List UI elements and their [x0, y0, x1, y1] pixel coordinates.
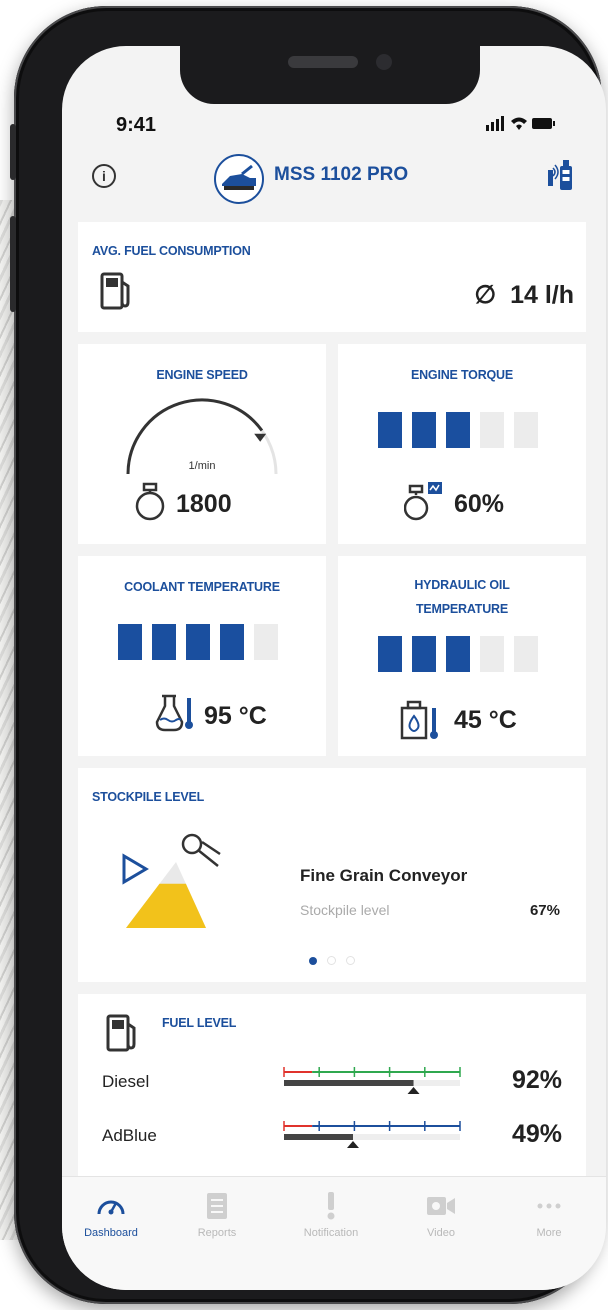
coolant-temperature-card[interactable]: COOLANT TEMPERATURE 95 °C [78, 556, 326, 756]
engine-torque-segment [480, 412, 504, 448]
app-screen: 9:41 i MSS 1102 PRO AVG. FUEL CONSUMPTIO… [62, 46, 606, 1290]
stockpile-level-card[interactable]: STOCKPILE LEVEL Fine Grain Conveyor Stoc… [78, 768, 586, 982]
nav-video-label: Video [427, 1227, 455, 1239]
fuel-level-label: FUEL LEVEL [162, 1016, 237, 1030]
video-camera-icon [396, 1191, 486, 1221]
nav-dashboard-label: Dashboard [84, 1227, 138, 1239]
engine-speed-value: 1800 [176, 490, 232, 518]
hydraulic-oil-temperature-card[interactable]: HYDRAULIC OIL TEMPERATURE 45 °C [338, 556, 586, 756]
page-dot[interactable] [346, 956, 355, 965]
diesel-value: 92% [511, 1066, 562, 1094]
nav-reports[interactable]: Reports [172, 1191, 262, 1239]
engine-torque-segment [446, 412, 470, 448]
hydraulic-oil-temperature-value: 45 °C [454, 706, 517, 734]
fuel-row-adblue: AdBlue 49% [78, 1114, 586, 1164]
info-icon[interactable]: i [92, 164, 116, 188]
fuel-consumption-card[interactable]: AVG. FUEL CONSUMPTION ∅ 14 l/h [78, 222, 586, 332]
adblue-value: 49% [511, 1120, 562, 1148]
stockpile-pyramid-icon [122, 833, 221, 928]
nav-video[interactable]: Video [396, 1191, 486, 1239]
stockpile-value: 67% [529, 902, 560, 919]
speedometer-icon [66, 1191, 156, 1221]
exclamation-icon [286, 1191, 376, 1221]
coolant-thermometer-icon [154, 692, 196, 739]
more-dots-icon [504, 1191, 594, 1221]
remote-control-icon[interactable] [546, 158, 576, 192]
machine-avatar-icon [214, 154, 264, 204]
engine-speed-card[interactable]: ENGINE SPEED 1/min 1800 [78, 344, 326, 544]
engine-torque-value: 60% [454, 490, 505, 518]
engine-torque-label: ENGINE TORQUE [410, 368, 514, 382]
engine-torque-bar [378, 412, 548, 448]
fuel-consumption-value: ∅ 14 l/h [474, 281, 574, 309]
engine-speed-label: ENGINE SPEED [156, 368, 248, 382]
signal-wifi-battery-icon [486, 116, 555, 131]
hydraulic-oil-icon [400, 700, 444, 747]
speaker-grille [288, 56, 358, 68]
page-dot[interactable] [327, 956, 336, 965]
status-icons [486, 114, 556, 137]
stockpile-sub-label: Stockpile level [300, 902, 390, 918]
page-dot[interactable] [309, 957, 317, 965]
phone-volume-button [10, 216, 16, 312]
engine-torque-segment [412, 412, 436, 448]
fuel-level-pump-icon [106, 1014, 142, 1059]
hydraulic-oil-label-line2: TEMPERATURE [415, 602, 508, 616]
machine-title[interactable]: MSS 1102 PRO [274, 164, 408, 186]
engine-torque-card[interactable]: ENGINE TORQUE 60% [338, 344, 586, 544]
engine-speed-unit: 1/min [188, 460, 216, 472]
adblue-label: AdBlue [102, 1126, 157, 1145]
coolant-segment [254, 624, 278, 660]
coolant-segment [152, 624, 176, 660]
coolant-segment [220, 624, 244, 660]
conveyor-name: Fine Grain Conveyor [300, 866, 468, 885]
document-icon [172, 1191, 262, 1221]
engine-torque-segment [378, 412, 402, 448]
adblue-level-gauge [283, 1121, 461, 1148]
nav-reports-label: Reports [197, 1227, 237, 1239]
phone-side-button [10, 124, 16, 180]
bottom-navigation: Dashboard Reports Notification Video Mor… [62, 1176, 606, 1290]
coolant-temperature-value: 95 °C [204, 702, 267, 730]
hydraulic-oil-label-line1: HYDRAULIC OIL [414, 578, 510, 592]
fuel-row-diesel: Diesel 92% [78, 1060, 586, 1110]
nav-notification[interactable]: Notification [286, 1191, 376, 1239]
fuel-level-card[interactable]: FUEL LEVEL Diesel 92% AdBlue 49% [78, 994, 586, 1176]
coolant-segment [186, 624, 210, 660]
phone-notch [180, 46, 480, 104]
engine-torque-segment [514, 412, 538, 448]
engine-torque-icon [403, 480, 444, 527]
coolant-temperature-label: COOLANT TEMPERATURE [124, 580, 280, 594]
status-time: 9:41 [116, 114, 157, 136]
coolant-segment [118, 624, 142, 660]
coolant-temperature-bar [118, 624, 288, 660]
hydraulic-oil-temperature-bar [378, 636, 548, 672]
stockpile-level-label: STOCKPILE LEVEL [92, 790, 205, 804]
diesel-label: Diesel [102, 1072, 150, 1091]
hydraulic-oil-segment [446, 636, 470, 672]
nav-notification-label: Notification [303, 1227, 359, 1239]
front-camera [376, 54, 392, 70]
nav-more-label: More [536, 1227, 562, 1239]
hydraulic-oil-segment [514, 636, 538, 672]
fuel-consumption-label: AVG. FUEL CONSUMPTION [92, 244, 251, 258]
nav-dashboard[interactable]: Dashboard [66, 1191, 156, 1239]
hydraulic-oil-segment [378, 636, 402, 672]
engine-icon [134, 482, 166, 527]
page-dots[interactable] [78, 952, 586, 970]
nav-more[interactable]: More [504, 1191, 594, 1239]
hydraulic-oil-segment [480, 636, 504, 672]
fuel-pump-icon [100, 272, 136, 317]
hydraulic-oil-segment [412, 636, 436, 672]
phone-frame: 9:41 i MSS 1102 PRO AVG. FUEL CONSUMPTIO… [10, 6, 606, 1304]
diesel-level-gauge [283, 1067, 461, 1094]
app-header: i MSS 1102 PRO [62, 154, 606, 206]
